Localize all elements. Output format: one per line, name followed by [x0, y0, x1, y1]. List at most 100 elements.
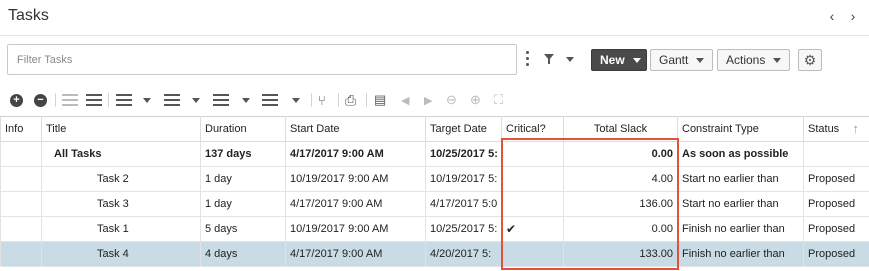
- cell-duration[interactable]: 5 days: [200, 216, 286, 242]
- previous-icon[interactable]: ‹: [825, 8, 839, 24]
- indent-button[interactable]: [86, 91, 102, 109]
- column-header-critical[interactable]: Critical?: [501, 116, 564, 142]
- cell-total-slack: 4.00: [563, 166, 678, 192]
- column-header-start-date[interactable]: Start Date: [285, 116, 426, 142]
- column-header-title[interactable]: Title: [41, 116, 201, 142]
- cell-duration[interactable]: 1 day: [200, 166, 286, 192]
- cell-start-date[interactable]: 4/17/2017 9:00 AM: [285, 191, 426, 217]
- column-header-status[interactable]: Status ↑: [803, 116, 869, 142]
- insert-above-button[interactable]: [116, 91, 132, 109]
- column-header-duration[interactable]: Duration: [200, 116, 286, 142]
- nav-forward-button[interactable]: ▶: [424, 91, 432, 109]
- filter-tasks-input[interactable]: [8, 45, 516, 74]
- chevron-down-icon: [242, 97, 250, 103]
- toolbar-divider: [311, 93, 312, 107]
- add-task-button[interactable]: +: [10, 91, 23, 109]
- insert-above-dropdown[interactable]: [143, 91, 151, 109]
- properties-button[interactable]: ▤: [374, 91, 386, 109]
- cell-status[interactable]: Proposed: [803, 216, 869, 242]
- cell-info: [0, 191, 42, 217]
- insert-below-dropdown[interactable]: [192, 91, 200, 109]
- chevron-down-icon: [192, 97, 200, 103]
- page-title: Tasks: [8, 7, 49, 24]
- zoom-in-button[interactable]: ⊕: [470, 91, 481, 109]
- remove-task-button[interactable]: −: [34, 91, 47, 109]
- settings-button[interactable]: ⚙: [798, 49, 822, 71]
- toolbar-divider: [55, 93, 56, 107]
- task-grid: Info Title Duration Start Date Target Da…: [0, 116, 869, 267]
- cell-title[interactable]: Task 4: [41, 241, 201, 267]
- cell-constraint-type[interactable]: Start no earlier than: [677, 191, 804, 217]
- chevron-down-icon: [292, 97, 300, 103]
- cell-constraint-type[interactable]: Finish no earlier than: [677, 216, 804, 242]
- cell-constraint-type[interactable]: As soon as possible: [677, 141, 804, 167]
- zoom-out-icon: ⊖: [446, 92, 457, 107]
- sort-ascending-icon[interactable]: ↑: [853, 121, 860, 136]
- link-tasks-button[interactable]: ⑂: [318, 91, 326, 109]
- cell-title[interactable]: All Tasks: [41, 141, 201, 167]
- nav-forward-icon: ▶: [424, 94, 433, 107]
- outdent-button[interactable]: [62, 91, 78, 109]
- cell-start-date[interactable]: 10/19/2017 9:00 AM: [285, 216, 426, 242]
- gantt-button[interactable]: Gantt: [650, 49, 713, 71]
- cell-target-date[interactable]: 10/19/2017 5:: [425, 166, 502, 192]
- filter-tasks-field[interactable]: [7, 44, 517, 75]
- column-header-info[interactable]: Info: [0, 116, 42, 142]
- filter-icon-stem: [548, 59, 550, 64]
- move-up-button[interactable]: [213, 91, 229, 109]
- table-header-row: Info Title Duration Start Date Target Da…: [0, 116, 869, 142]
- cell-total-slack: 0.00: [563, 141, 678, 167]
- cell-start-date[interactable]: 4/17/2017 9:00 AM: [285, 241, 426, 267]
- gantt-button-label: Gantt: [659, 53, 689, 67]
- cell-status[interactable]: Proposed: [803, 166, 869, 192]
- insert-above-icon: [116, 94, 132, 106]
- table-row[interactable]: Task 3 1 day 4/17/2017 9:00 AM 4/17/2017…: [0, 191, 869, 217]
- cell-duration[interactable]: 137 days: [200, 141, 286, 167]
- cell-target-date[interactable]: 10/25/2017 5:: [425, 216, 502, 242]
- table-row[interactable]: Task 1 5 days 10/19/2017 9:00 AM 10/25/2…: [0, 216, 869, 242]
- cell-info: [0, 141, 42, 167]
- table-row-selected[interactable]: Task 4 4 days 4/17/2017 9:00 AM 4/20/201…: [0, 241, 869, 267]
- cell-constraint-type[interactable]: Start no earlier than: [677, 166, 804, 192]
- print-icon: ⎙: [345, 91, 357, 108]
- more-options-icon[interactable]: [526, 51, 530, 67]
- cell-constraint-type[interactable]: Finish no earlier than: [677, 241, 804, 267]
- cell-duration[interactable]: 1 day: [200, 191, 286, 217]
- cell-status[interactable]: Proposed: [803, 241, 869, 267]
- zoom-fit-button[interactable]: ⛶: [494, 91, 503, 109]
- cell-critical: [501, 241, 564, 267]
- cell-title[interactable]: Task 2: [41, 166, 201, 192]
- cell-title[interactable]: Task 3: [41, 191, 201, 217]
- cell-target-date[interactable]: 4/20/2017 5:: [425, 241, 502, 267]
- indent-icon: [86, 94, 102, 106]
- zoom-out-button[interactable]: ⊖: [446, 91, 457, 109]
- column-header-total-slack[interactable]: Total Slack: [563, 116, 678, 142]
- cell-target-date[interactable]: 10/25/2017 5:: [425, 141, 502, 167]
- cell-start-date[interactable]: 4/17/2017 9:00 AM: [285, 141, 426, 167]
- cell-start-date[interactable]: 10/19/2017 9:00 AM: [285, 166, 426, 192]
- table-row[interactable]: Task 2 1 day 10/19/2017 9:00 AM 10/19/20…: [0, 166, 869, 192]
- new-button[interactable]: New: [591, 49, 647, 71]
- move-up-dropdown[interactable]: [242, 91, 250, 109]
- move-down-icon: [262, 94, 278, 106]
- cell-title[interactable]: Task 1: [41, 216, 201, 242]
- cell-status[interactable]: Proposed: [803, 191, 869, 217]
- table-row[interactable]: All Tasks 137 days 4/17/2017 9:00 AM 10/…: [0, 141, 869, 167]
- cell-status[interactable]: [803, 141, 869, 167]
- cell-info: [0, 241, 42, 267]
- move-down-dropdown[interactable]: [292, 91, 300, 109]
- cell-duration[interactable]: 4 days: [200, 241, 286, 267]
- next-icon[interactable]: ›: [846, 8, 860, 24]
- add-icon: +: [10, 93, 23, 107]
- filter-dropdown-icon[interactable]: [566, 57, 574, 62]
- actions-button[interactable]: Actions: [717, 49, 790, 71]
- cell-info: [0, 216, 42, 242]
- print-button[interactable]: ⎙: [345, 91, 356, 109]
- move-down-button[interactable]: [262, 91, 278, 109]
- nav-back-button[interactable]: ◀: [401, 91, 409, 109]
- column-header-constraint-type[interactable]: Constraint Type: [677, 116, 804, 142]
- column-header-target-date[interactable]: Target Date: [425, 116, 502, 142]
- cell-target-date[interactable]: 4/17/2017 5:0: [425, 191, 502, 217]
- cell-total-slack: 133.00: [563, 241, 678, 267]
- insert-below-button[interactable]: [164, 91, 180, 109]
